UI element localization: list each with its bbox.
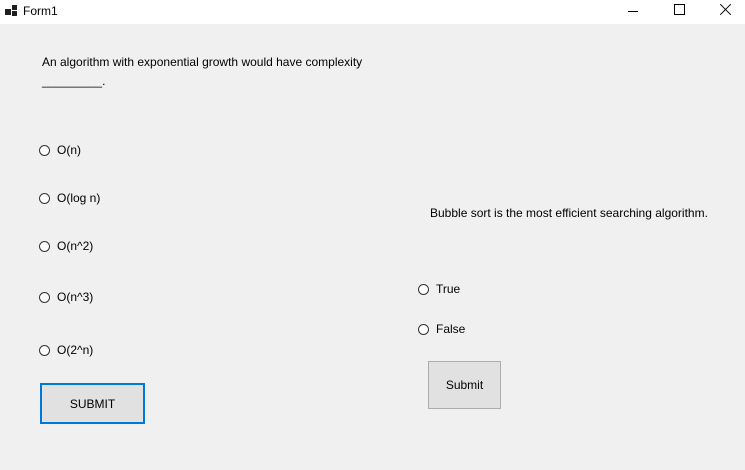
app-icon: [5, 4, 18, 17]
radio-circle[interactable]: [39, 291, 50, 303]
submit-button-question1[interactable]: SUBMIT: [40, 383, 145, 424]
question1-label: An algorithm with exponential growth wou…: [42, 53, 402, 91]
radio-option-true[interactable]: True: [418, 281, 460, 297]
radio-label: O(2^n): [57, 343, 94, 357]
close-icon: [719, 3, 732, 16]
radio-label: False: [436, 322, 466, 336]
radio-circle[interactable]: [39, 344, 50, 356]
radio-option-o-n3[interactable]: O(n^3): [39, 289, 93, 305]
question2-text: Bubble sort is the most efficient search…: [430, 206, 708, 220]
radio-label: O(n^3): [57, 290, 94, 304]
radio-label: O(n^2): [57, 239, 94, 253]
radio-circle[interactable]: [39, 192, 50, 204]
question1-text: An algorithm with exponential growth wou…: [42, 55, 363, 69]
window-title: Form1: [23, 4, 58, 18]
radio-option-o-n2[interactable]: O(n^2): [39, 238, 93, 254]
submit-button-question2[interactable]: Submit: [428, 361, 501, 409]
radio-label: O(n): [57, 143, 81, 157]
close-button[interactable]: [702, 0, 745, 24]
radio-circle[interactable]: [39, 240, 50, 252]
radio-circle[interactable]: [418, 323, 429, 335]
radio-option-o-log-n[interactable]: O(log n): [39, 190, 100, 206]
radio-option-false[interactable]: False: [418, 321, 465, 337]
radio-option-o-2n[interactable]: O(2^n): [39, 342, 93, 358]
radio-circle[interactable]: [39, 144, 50, 156]
question1-blank: _________.: [42, 74, 106, 88]
maximize-button[interactable]: [656, 0, 702, 24]
minimize-icon: [628, 11, 638, 12]
radio-option-o-n[interactable]: O(n): [39, 142, 81, 158]
minimize-button[interactable]: [610, 0, 656, 24]
radio-circle[interactable]: [418, 283, 429, 295]
title-bar: Form1: [0, 0, 745, 24]
radio-label: O(log n): [57, 191, 101, 205]
radio-label: True: [436, 282, 461, 296]
maximize-icon: [674, 4, 685, 15]
